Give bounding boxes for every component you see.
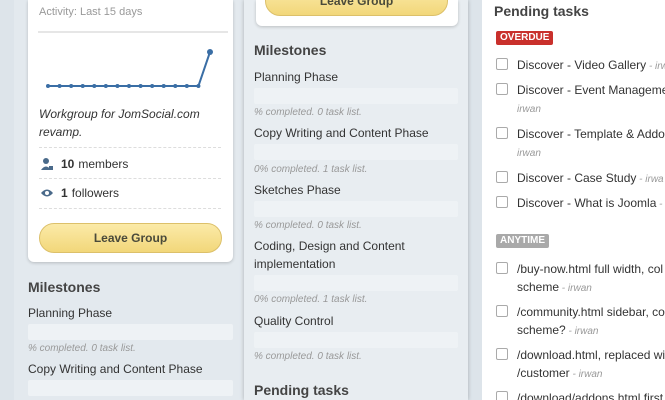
task-author: - irwa bbox=[636, 174, 664, 185]
task-author: irwan bbox=[517, 104, 541, 115]
divider bbox=[39, 178, 221, 179]
task-title[interactable]: Discover - Case Study bbox=[517, 171, 636, 185]
task-checkbox[interactable] bbox=[496, 83, 508, 95]
members-label: members bbox=[78, 157, 129, 171]
sparkline-point bbox=[161, 84, 166, 88]
milestone-progress-bar bbox=[28, 380, 233, 396]
pending-tasks-title: Pending tasks bbox=[494, 3, 589, 19]
divider bbox=[39, 147, 221, 148]
task-checkbox[interactable] bbox=[496, 348, 508, 360]
milestone-status: % completed. 0 task list. bbox=[254, 351, 362, 362]
sparkline-point bbox=[115, 84, 120, 88]
sparkline-point bbox=[46, 84, 50, 88]
milestone-progress-bar bbox=[28, 324, 233, 340]
milestone-status: % completed. 0 task list. bbox=[28, 343, 136, 354]
followers-row[interactable]: 1 followers bbox=[39, 186, 119, 200]
task-item[interactable]: Discover - Event Manageme irwan bbox=[496, 81, 665, 119]
task-title[interactable]: /download.html, replaced wi bbox=[517, 348, 665, 362]
task-author: - irwan bbox=[559, 283, 592, 294]
activity-label: Activity: Last 15 days bbox=[39, 6, 143, 18]
milestone-name[interactable]: Sketches Phase bbox=[254, 181, 341, 199]
milestone-status: % completed. 0 task list. bbox=[254, 107, 362, 118]
sparkline-point bbox=[173, 84, 178, 88]
milestones-title: Milestones bbox=[254, 42, 327, 58]
task-checkbox[interactable] bbox=[496, 58, 508, 70]
task-author: irwan bbox=[517, 148, 541, 159]
milestone-name[interactable]: Coding, Design and Content implementatio… bbox=[254, 237, 444, 273]
leave-group-button[interactable]: Leave Group bbox=[39, 223, 222, 253]
milestone-status: 0% completed. 1 task list. bbox=[254, 294, 368, 305]
sparkline-point bbox=[127, 84, 131, 88]
task-item[interactable]: /download/addons.html first bbox=[496, 389, 663, 400]
milestone-progress-bar bbox=[254, 88, 458, 104]
task-checkbox[interactable] bbox=[496, 127, 508, 139]
group-description: Workgroup for JomSocial.com revamp. bbox=[39, 107, 200, 139]
milestone-progress-bar bbox=[254, 275, 458, 291]
task-item[interactable]: Discover - Video Gallery - irw bbox=[496, 56, 665, 76]
task-author: - irw bbox=[648, 61, 665, 72]
task-title[interactable]: Discover - Video Gallery bbox=[517, 58, 646, 72]
task-title-cont[interactable]: scheme bbox=[517, 280, 559, 294]
sparkline-point bbox=[138, 84, 143, 88]
milestone-name[interactable]: Planning Phase bbox=[254, 68, 338, 86]
task-title[interactable]: Discover - Event Manageme bbox=[517, 83, 665, 97]
pending-tasks-title: Pending tasks bbox=[254, 382, 349, 398]
milestone-name[interactable]: Copy Writing and Content Phase bbox=[28, 360, 203, 378]
task-title[interactable]: /buy-now.html full width, col bbox=[517, 262, 663, 276]
task-item[interactable]: /community.html sidebar, co scheme? - irw… bbox=[496, 303, 665, 341]
sparkline-point bbox=[80, 84, 85, 88]
task-title[interactable]: /community.html sidebar, co bbox=[517, 305, 665, 319]
sparkline-point bbox=[150, 84, 155, 88]
task-checkbox[interactable] bbox=[496, 391, 508, 400]
group-info-card: Activity: Last 15 days Workgroup for Jom… bbox=[28, 0, 233, 262]
divider bbox=[39, 208, 221, 209]
sparkline-line bbox=[48, 51, 211, 87]
milestone-status: % completed. 0 task list. bbox=[254, 220, 362, 231]
task-item[interactable]: /buy-now.html full width, col scheme - ir… bbox=[496, 260, 663, 298]
activity-sparkline bbox=[38, 31, 228, 88]
task-title-cont[interactable]: /customer bbox=[517, 366, 570, 380]
followers-count: 1 bbox=[61, 186, 68, 200]
task-item[interactable]: Discover - Template & Addo irwan bbox=[496, 125, 665, 163]
overdue-badge: OVERDUE bbox=[496, 31, 554, 45]
task-checkbox[interactable] bbox=[496, 171, 508, 183]
milestone-progress-bar bbox=[254, 201, 458, 217]
task-item[interactable]: Discover - Case Study - irwa bbox=[496, 169, 664, 189]
task-title-cont[interactable]: scheme? bbox=[517, 323, 566, 337]
milestone-progress-bar bbox=[254, 144, 458, 160]
eye-icon bbox=[39, 188, 55, 198]
members-count: 10 bbox=[61, 157, 75, 171]
milestone-name[interactable]: Copy Writing and Content Phase bbox=[254, 124, 429, 142]
anytime-badge: ANYTIME bbox=[496, 234, 549, 248]
sparkline-point bbox=[196, 84, 201, 88]
task-title[interactable]: Discover - What is Joomla bbox=[517, 196, 656, 210]
milestone-name[interactable]: Planning Phase bbox=[28, 304, 112, 322]
milestone-name[interactable]: Quality Control bbox=[254, 312, 333, 330]
group-info-card-top: Leave Group bbox=[256, 0, 458, 26]
leave-group-button[interactable]: Leave Group bbox=[265, 0, 448, 16]
sparkline-point bbox=[207, 49, 213, 55]
task-author: - irwan bbox=[565, 326, 599, 337]
members-row[interactable]: 10 members bbox=[39, 157, 128, 171]
milestone-status: 0% completed. 1 task list. bbox=[254, 164, 368, 175]
sparkline-point bbox=[184, 84, 189, 88]
task-checkbox[interactable] bbox=[496, 305, 508, 317]
task-author: - bbox=[656, 199, 663, 210]
sparkline-point bbox=[57, 84, 62, 88]
sparkline-point bbox=[69, 84, 74, 88]
task-checkbox[interactable] bbox=[496, 262, 508, 274]
followers-label: followers bbox=[71, 186, 120, 200]
milestone-progress-bar bbox=[254, 332, 458, 348]
task-item[interactable]: Discover - What is Joomla - bbox=[496, 194, 662, 214]
task-item[interactable]: /download.html, replaced wi/customer - i… bbox=[496, 346, 665, 384]
task-author: - irwan bbox=[569, 369, 603, 380]
task-checkbox[interactable] bbox=[496, 196, 508, 208]
sparkline-point bbox=[92, 84, 97, 88]
task-title[interactable]: Discover - Template & Addo bbox=[517, 127, 665, 141]
task-title[interactable]: /download/addons.html first bbox=[517, 391, 663, 400]
milestones-title: Milestones bbox=[28, 279, 101, 295]
sparkline-point bbox=[103, 84, 108, 88]
members-icon bbox=[39, 157, 55, 171]
